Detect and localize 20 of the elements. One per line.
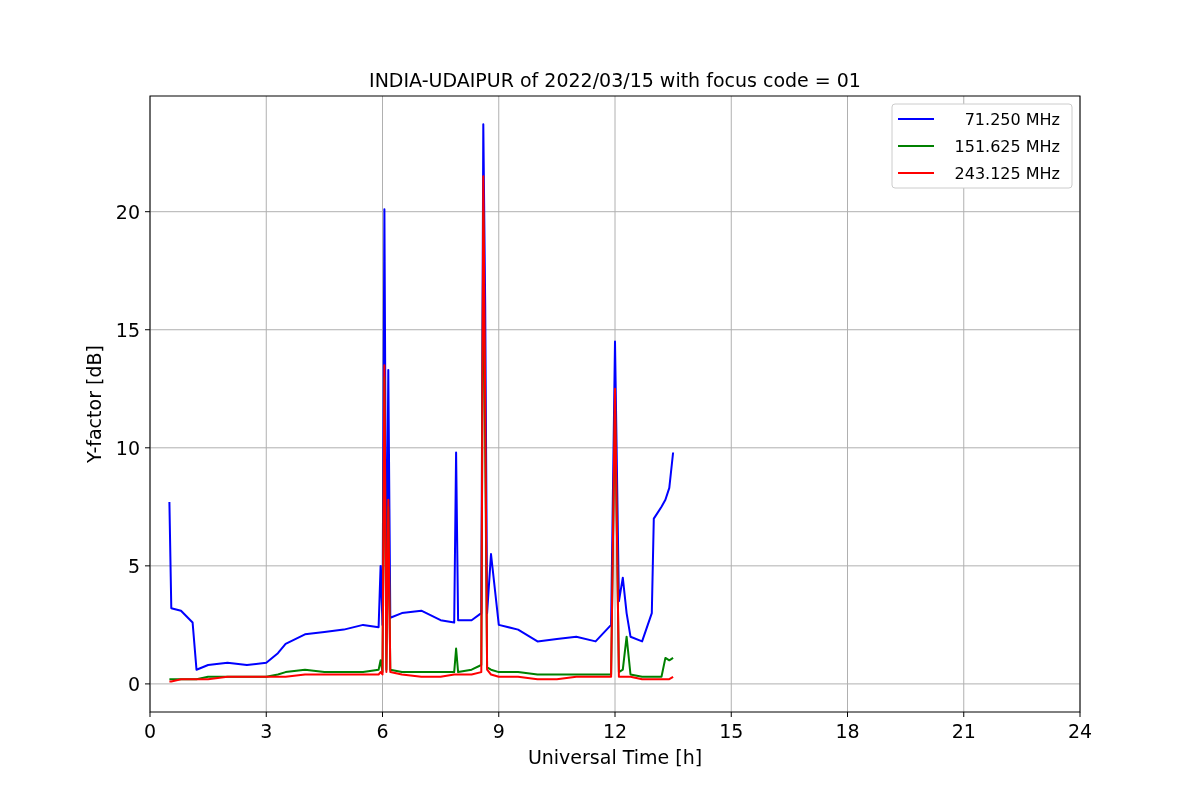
legend-label: 151.625 MHz	[954, 137, 1060, 156]
x-tick-label: 21	[951, 720, 976, 742]
y-tick-label: 20	[115, 200, 140, 223]
y-tick-label: 15	[115, 318, 140, 341]
x-tick-label: 15	[719, 720, 744, 742]
chart-title: INDIA-UDAIPUR of 2022/03/15 with focus code = 01	[369, 69, 861, 91]
legend-label: 243.125 MHz	[954, 164, 1060, 183]
x-tick-label: 0	[143, 720, 157, 742]
y-tick-label: 5	[127, 554, 140, 577]
y-axis-label: Y-factor [dB]	[83, 345, 105, 463]
legend-label: 71.250 MHz	[964, 110, 1060, 129]
x-tick-label: 18	[835, 720, 860, 742]
x-tick-label: 12	[602, 720, 628, 742]
x-tick-label: 6	[376, 720, 389, 742]
x-tick-label: 9	[492, 720, 505, 742]
x-tick-label: 3	[260, 720, 273, 742]
y-tick-label: 10	[115, 436, 140, 459]
x-axis-label: Universal Time [h]	[527, 746, 703, 768]
y-tick-label: 0	[127, 672, 140, 695]
x-tick-label: 24	[1067, 720, 1093, 742]
